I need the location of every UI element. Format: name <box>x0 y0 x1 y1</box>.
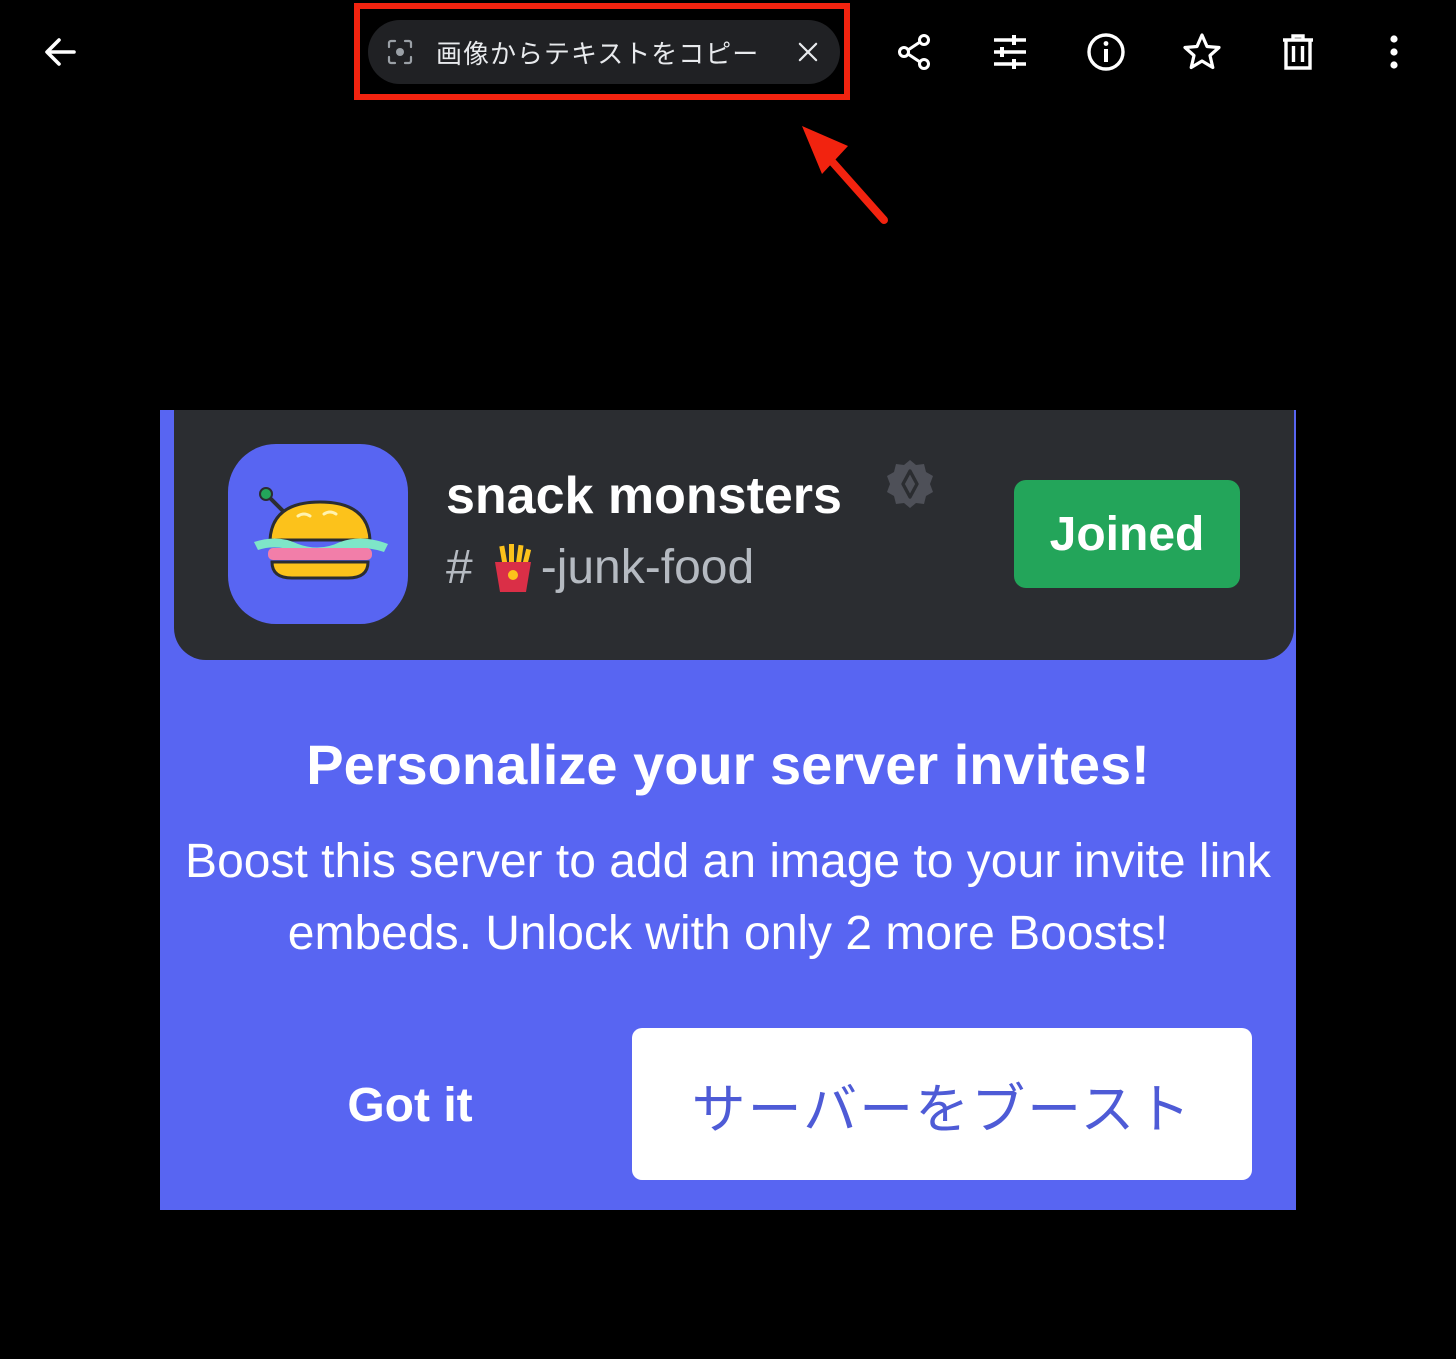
server-avatar <box>228 444 408 624</box>
tune-sliders-icon <box>994 35 1026 69</box>
server-invite-card: snack monsters # -junk-food Joined <box>174 410 1294 660</box>
copy-text-label: 画像からテキストをコピー <box>436 39 760 70</box>
burger-icon <box>254 487 388 580</box>
promo-body: Boost this server to add an image to you… <box>185 835 1271 960</box>
viewer-toolbar: 画像からテキストをコピー <box>0 0 1456 224</box>
more-options-button[interactable] <box>1368 26 1420 78</box>
arrow-left-icon <box>45 38 76 66</box>
share-icon <box>898 34 930 70</box>
channel-hash: # <box>446 541 473 594</box>
more-vert-icon <box>1390 35 1398 69</box>
channel-row: # -junk-food <box>446 540 754 595</box>
star-icon <box>1183 33 1221 70</box>
annotation-arrow-icon <box>802 126 888 224</box>
got-it-button[interactable]: Got it <box>270 1030 550 1180</box>
community-badge-icon <box>887 460 933 508</box>
promo-title: Personalize your server invites! <box>306 733 1150 796</box>
fries-icon <box>494 543 531 592</box>
share-button[interactable] <box>888 26 940 78</box>
delete-button[interactable] <box>1272 26 1324 78</box>
info-button[interactable] <box>1080 26 1132 78</box>
back-button[interactable] <box>34 26 86 78</box>
copy-text-from-image-chip[interactable]: 画像からテキストをコピー <box>368 20 840 84</box>
close-icon[interactable] <box>792 36 824 68</box>
edit-button[interactable] <box>984 26 1036 78</box>
channel-name: -junk-food <box>540 541 755 594</box>
trash-icon <box>1283 34 1313 70</box>
viewed-photo[interactable]: snack monsters # -junk-food Joined Perso… <box>160 410 1296 1210</box>
favorite-button[interactable] <box>1176 26 1228 78</box>
server-name: snack monsters <box>446 467 842 525</box>
joined-button[interactable]: Joined <box>1014 480 1240 588</box>
info-icon <box>1087 33 1125 71</box>
boost-server-button[interactable]: サーバーをブースト <box>632 1028 1252 1180</box>
lens-scan-icon <box>386 38 414 66</box>
